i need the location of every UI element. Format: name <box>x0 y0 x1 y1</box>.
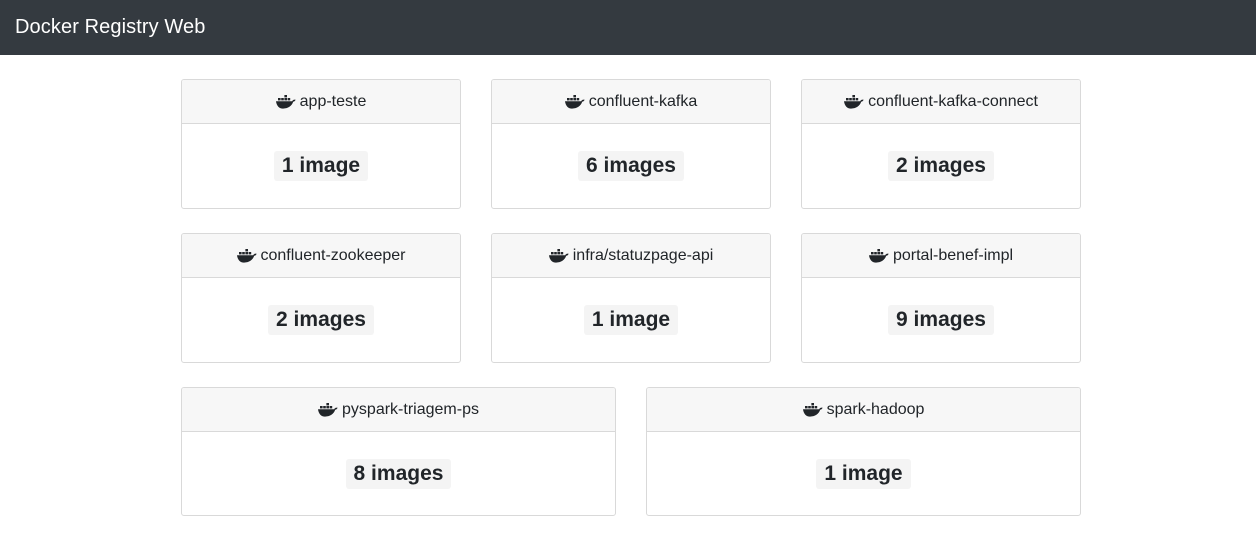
repo-name: confluent-zookeeper <box>260 246 406 264</box>
image-count-badge: 2 images <box>888 151 994 181</box>
repo-card-header: confluent-zookeeper <box>182 234 460 278</box>
repo-card-body: 1 image <box>647 432 1080 515</box>
repo-card-body: 2 images <box>802 124 1080 208</box>
repo-card-header: infra/statuzpage-api <box>492 234 770 278</box>
repo-card-header: confluent-kafka <box>492 80 770 124</box>
image-count-badge: 9 images <box>888 305 994 335</box>
repo-name: confluent-kafka <box>588 92 698 110</box>
docker-whale-icon <box>868 248 889 263</box>
repo-name: pyspark-triagem-ps <box>342 400 479 418</box>
image-count-badge: 6 images <box>578 151 684 181</box>
docker-whale-icon <box>844 94 864 109</box>
image-count-badge: 1 image <box>273 151 369 181</box>
repo-card-header: pyspark-triagem-ps <box>182 388 615 432</box>
image-count-badge: 1 image <box>583 305 679 335</box>
repo-card-header: spark-hadoop <box>647 388 1080 432</box>
repo-card-body: 9 images <box>802 278 1080 362</box>
repo-name: portal-benef-impl <box>892 246 1014 264</box>
repo-name: app-teste <box>299 92 367 110</box>
repo-card-body: 6 images <box>492 124 770 208</box>
docker-whale-icon <box>802 402 823 417</box>
docker-whale-icon <box>236 248 257 263</box>
brand-link[interactable]: Docker Registry Web <box>15 16 205 39</box>
repository-grid: app-teste 1 image confluent-kafka 6 imag… <box>0 55 1256 558</box>
repo-card-body: 2 images <box>182 278 460 362</box>
docker-whale-icon <box>318 402 338 417</box>
repo-card-header: portal-benef-impl <box>802 234 1080 278</box>
repo-card-app-teste[interactable]: app-teste 1 image <box>181 79 461 209</box>
repo-card-portal-benef-impl[interactable]: portal-benef-impl 9 images <box>801 233 1081 363</box>
repo-name: confluent-kafka-connect <box>868 92 1038 110</box>
repo-name: spark-hadoop <box>826 400 925 418</box>
image-count-badge: 2 images <box>268 305 374 335</box>
repo-card-header: app-teste <box>182 80 460 124</box>
repo-card-confluent-kafka-connect[interactable]: confluent-kafka-connect 2 images <box>801 79 1081 209</box>
repo-card-confluent-kafka[interactable]: confluent-kafka 6 images <box>491 79 771 209</box>
top-navbar: Docker Registry Web <box>0 0 1256 55</box>
repo-card-body: 8 images <box>182 432 615 515</box>
docker-whale-icon <box>548 248 569 263</box>
repo-card-infra-statuzpage-api[interactable]: infra/statuzpage-api 1 image <box>491 233 771 363</box>
docker-whale-icon <box>564 94 585 109</box>
repo-card-header: confluent-kafka-connect <box>802 80 1080 124</box>
repo-name: infra/statuzpage-api <box>572 246 714 264</box>
repo-card-pyspark-triagem-ps[interactable]: pyspark-triagem-ps 8 images <box>181 387 616 516</box>
image-count-badge: 8 images <box>345 459 452 489</box>
image-count-badge: 1 image <box>816 459 911 489</box>
docker-whale-icon <box>275 94 296 109</box>
repo-card-confluent-zookeeper[interactable]: confluent-zookeeper 2 images <box>181 233 461 363</box>
repo-card-body: 1 image <box>182 124 460 208</box>
repo-card-spark-hadoop[interactable]: spark-hadoop 1 image <box>646 387 1081 516</box>
repo-card-body: 1 image <box>492 278 770 362</box>
